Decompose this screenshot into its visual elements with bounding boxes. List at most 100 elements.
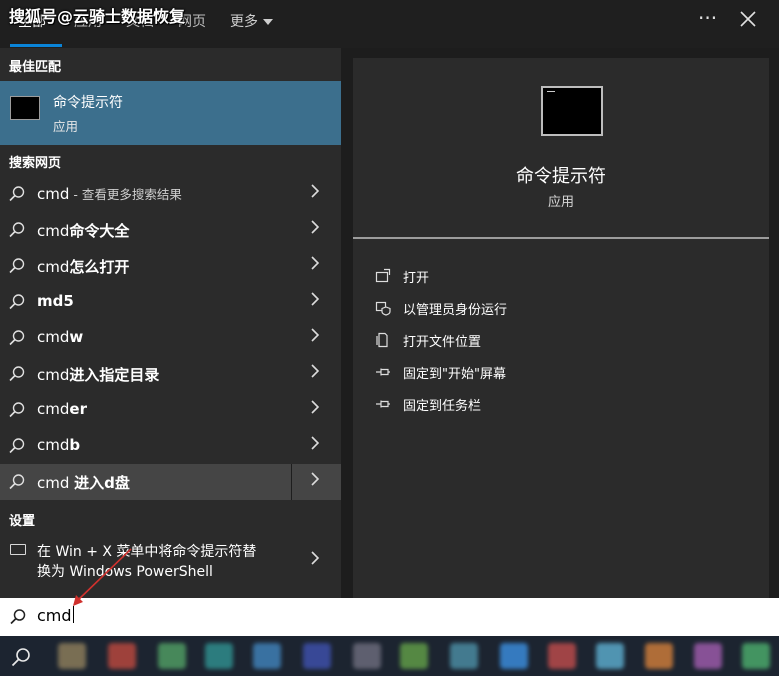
taskbar-app-icon[interactable] [596,643,624,669]
web-result-cmdb[interactable]: cmdb [0,428,341,464]
shield-icon [375,301,391,316]
taskbar-app-icon[interactable] [400,643,428,669]
taskbar-app-icon[interactable] [253,643,281,669]
chevron-right-icon [310,471,320,490]
search-icon [9,438,25,454]
open-icon [375,268,391,283]
action-open-file-location[interactable]: 打开文件位置 [375,329,481,351]
command-prompt-large-icon [541,86,603,136]
search-icon [9,474,25,490]
preview-title: 命令提示符 [516,166,606,187]
chevron-right-icon [310,219,320,238]
web-result-cmdw[interactable]: cmdw [0,320,341,356]
action-open-file-location-label: 打开文件位置 [403,334,482,350]
action-pin-to-taskbar-label: 固定到任务栏 [403,398,482,414]
web-result-label: cmd命令大全 [37,222,130,240]
web-result-cmd-commands[interactable]: cmd命令大全 [0,212,341,248]
best-match-header: 最佳匹配 [9,60,62,75]
taskbar-app-icon[interactable] [108,643,136,669]
taskbar-app-icon[interactable] [694,643,722,669]
watermark-text: 搜狐号@云骑士数据恢复 [9,7,186,26]
best-match-subtitle: 应用 [53,119,79,134]
preview-pane: 命令提示符 应用 打开 以管理员身份运行 打开文件位置 固定到"开始"屏幕 固定… [341,48,779,598]
search-icon[interactable] [10,646,32,668]
web-results-header: 搜索网页 [9,156,62,171]
chevron-right-icon [310,363,320,382]
taskbar-app-icon[interactable] [205,643,233,669]
file-location-icon [376,332,388,348]
action-pin-to-start[interactable]: 固定到"开始"屏幕 [375,361,506,383]
active-tab-indicator [10,44,62,47]
action-run-as-admin[interactable]: 以管理员身份运行 [375,297,507,319]
web-result-cmd-d-drive[interactable]: cmd 进入d盘 [0,464,341,500]
search-icon [9,366,25,382]
setting-item-line1: 在 Win + X 菜单中将命令提示符替 [37,544,257,560]
search-input[interactable]: cmd [37,606,74,625]
taskbar-app-icon[interactable] [450,643,478,669]
taskbar-app-icon[interactable] [645,643,673,669]
display-icon [10,544,26,555]
tab-more[interactable]: 更多 [230,11,273,31]
action-pin-to-taskbar[interactable]: 固定到任务栏 [375,393,481,415]
preview-card: 命令提示符 应用 打开 以管理员身份运行 打开文件位置 固定到"开始"屏幕 固定… [353,58,769,598]
web-result-label: cmder [37,400,87,418]
web-result-label: md5 [37,292,74,310]
settings-header: 设置 [9,514,36,529]
tab-more-label: 更多 [230,14,258,30]
close-icon[interactable] [740,8,756,32]
web-result-label: cmdb [37,436,81,454]
search-filter-bar: 全部 应用 文档 网页 更多 ··· 搜狐号@云骑士数据恢复 [0,0,779,48]
pin-icon [376,400,390,408]
taskbar-app-icon[interactable] [742,643,770,669]
search-input-value: cmd [37,606,72,625]
web-result-md5[interactable]: md5 [0,284,341,320]
best-match-title: 命令提示符 [53,95,123,111]
search-icon [9,222,25,238]
search-icon [10,609,26,625]
action-open[interactable]: 打开 [375,265,429,287]
pin-icon [376,368,390,376]
preview-subtitle: 应用 [547,195,574,210]
web-result-cmd-enter-dir[interactable]: cmd进入指定目录 [0,356,341,392]
search-box[interactable]: cmd [0,598,779,636]
taskbar-app-icon[interactable] [548,643,576,669]
taskbar-app-icon[interactable] [58,643,86,669]
chevron-down-icon [263,19,273,25]
chevron-right-icon [310,435,320,454]
chevron-right-icon [310,399,320,418]
web-result-label: cmd进入指定目录 [37,366,160,384]
taskbar-app-icon[interactable] [303,643,331,669]
taskbar-app-icon[interactable] [500,643,528,669]
action-run-as-admin-label: 以管理员身份运行 [403,302,508,318]
action-pin-to-start-label: 固定到"开始"屏幕 [403,366,506,382]
web-result-label: cmdw [37,328,84,346]
chevron-right-icon [310,327,320,346]
web-result-label: cmd - 查看更多搜索结果 [37,185,182,203]
search-icon [9,294,25,310]
taskbar-app-icon[interactable] [158,643,186,669]
web-result-label: cmd 进入d盘 [37,474,130,492]
taskbar-app-icon[interactable] [353,643,381,669]
text-cursor [72,606,74,623]
action-open-label: 打开 [403,270,430,286]
ellipsis-icon[interactable]: ··· [698,6,717,30]
web-result-label: cmd怎么打开 [37,258,130,276]
web-result-cmder[interactable]: cmder [0,392,341,428]
web-result-cmd-how-to-open[interactable]: cmd怎么打开 [0,248,341,284]
row-divider [291,464,292,500]
web-result-cmd[interactable]: cmd - 查看更多搜索结果 [0,176,341,212]
best-match-item[interactable]: 命令提示符 应用 [0,81,341,145]
search-icon [9,186,25,202]
chevron-right-icon [310,550,320,569]
chevron-right-icon [310,183,320,202]
taskbar [0,636,779,676]
setting-item-line2: 换为 Windows PowerShell [37,564,213,580]
search-icon [9,402,25,418]
chevron-right-icon [310,291,320,310]
search-icon [9,330,25,346]
command-prompt-icon [10,96,40,120]
divider [353,237,769,239]
search-icon [9,258,25,274]
chevron-right-icon [310,255,320,274]
setting-item-powershell-replace[interactable]: 在 Win + X 菜单中将命令提示符替 换为 Windows PowerShe… [0,535,341,587]
